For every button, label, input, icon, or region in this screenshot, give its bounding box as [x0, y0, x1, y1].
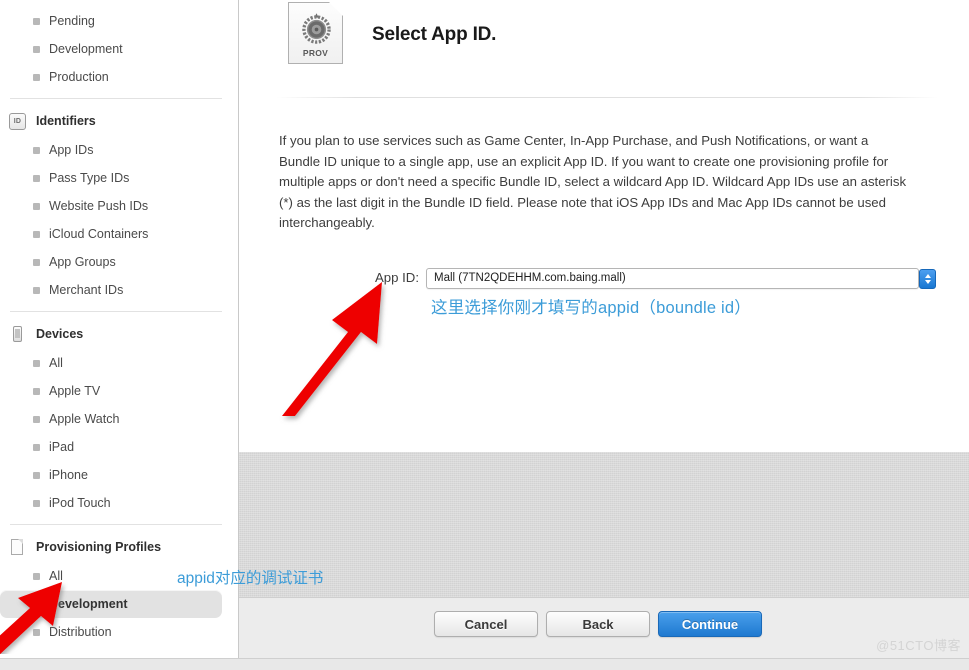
- chevron-up-icon: [925, 274, 931, 278]
- sidebar-group-devices[interactable]: Devices: [0, 319, 232, 349]
- sidebar-group-label: Provisioning Profiles: [36, 540, 162, 554]
- sidebar-item-label: App IDs: [49, 143, 94, 157]
- header-separator: [276, 97, 938, 98]
- bullet-icon: [33, 147, 40, 154]
- sidebar-item-profiles-distribution[interactable]: Distribution: [0, 618, 232, 646]
- sidebar-group-identifiers[interactable]: ID Identifiers: [0, 106, 232, 136]
- gear-icon: [302, 13, 331, 44]
- bullet-icon: [33, 231, 40, 238]
- bullet-icon: [33, 573, 40, 580]
- sidebar-item-development-top[interactable]: Development: [0, 35, 232, 63]
- bullet-icon: [33, 472, 40, 479]
- sidebar-item-iphone[interactable]: iPhone: [0, 461, 232, 489]
- description-text: If you plan to use services such as Game…: [279, 133, 907, 230]
- bullet-icon: [33, 601, 40, 608]
- sidebar-item-label: Apple TV: [49, 384, 101, 398]
- chevron-down-icon: [925, 280, 931, 284]
- sidebar-item-label: Apple Watch: [49, 412, 120, 426]
- back-button[interactable]: Back: [546, 611, 650, 637]
- sidebar-item-website-push-ids[interactable]: Website Push IDs: [0, 192, 232, 220]
- sidebar-item-label: iPod Touch: [49, 496, 111, 510]
- bullet-icon: [33, 74, 40, 81]
- footer-bar: Cancel Back Continue: [239, 597, 969, 659]
- sidebar: Pending Development Production ID Identi…: [0, 0, 232, 660]
- sidebar-item-label: Production: [49, 70, 109, 84]
- bottom-strip: [0, 658, 969, 670]
- bullet-icon: [33, 259, 40, 266]
- cancel-button[interactable]: Cancel: [434, 611, 538, 637]
- provisioning-profile-icon: PROV: [288, 2, 343, 64]
- sidebar-item-label: Development: [49, 597, 128, 611]
- content-header: PROV Select App ID.: [239, 0, 969, 97]
- page-title: Select App ID.: [372, 24, 497, 45]
- app-id-label: App ID:: [375, 270, 419, 285]
- content-empty-area: [239, 452, 969, 597]
- app-id-selected-value: Mall (7TN2QDEHHM.com.baing.mall): [434, 272, 626, 284]
- sidebar-item-pass-type-ids[interactable]: Pass Type IDs: [0, 164, 232, 192]
- sidebar-item-pending[interactable]: Pending: [0, 7, 232, 35]
- sidebar-item-devices-all[interactable]: All: [0, 349, 232, 377]
- main-content: PROV Select App ID. If you plan to use s…: [239, 0, 969, 659]
- sidebar-group-provisioning-profiles[interactable]: Provisioning Profiles: [0, 532, 232, 562]
- bullet-icon: [33, 175, 40, 182]
- sidebar-item-label: Website Push IDs: [49, 199, 149, 213]
- sidebar-item-app-groups[interactable]: App Groups: [0, 248, 232, 276]
- bullet-icon: [33, 388, 40, 395]
- sidebar-item-label: iPad: [49, 440, 75, 454]
- device-icon: [9, 325, 26, 343]
- sidebar-group-label: Devices: [36, 327, 84, 341]
- sidebar-top-group: Pending Development Production: [0, 0, 232, 91]
- bullet-icon: [33, 629, 40, 636]
- sidebar-item-label: Pass Type IDs: [49, 171, 130, 185]
- sidebar-item-label: Distribution: [49, 625, 112, 639]
- annotation-app-id-note: 这里选择你刚才填写的appid（boundle id）: [431, 299, 751, 317]
- watermark: @51CTO博客: [876, 638, 961, 653]
- app-id-form-row: App ID: Mall (7TN2QDEHHM.com.baing.mall): [239, 268, 969, 290]
- sidebar-item-apple-watch[interactable]: Apple Watch: [0, 405, 232, 433]
- app-id-select[interactable]: Mall (7TN2QDEHHM.com.baing.mall): [426, 268, 936, 289]
- sidebar-item-label: iPhone: [49, 468, 88, 482]
- sidebar-item-app-ids[interactable]: App IDs: [0, 136, 232, 164]
- sidebar-item-merchant-ids[interactable]: Merchant IDs: [0, 276, 232, 304]
- sidebar-item-label: All: [49, 356, 63, 370]
- bullet-icon: [33, 18, 40, 25]
- id-badge-icon: ID: [9, 112, 26, 130]
- bullet-icon: [33, 287, 40, 294]
- bullet-icon: [33, 46, 40, 53]
- sidebar-item-ipod-touch[interactable]: iPod Touch: [0, 489, 232, 517]
- document-icon: [9, 538, 26, 556]
- sidebar-item-label: Merchant IDs: [49, 283, 124, 297]
- sidebar-item-label: All: [49, 569, 63, 583]
- provisioning-icon-label: PROV: [302, 48, 329, 58]
- sidebar-group-label: Identifiers: [36, 114, 96, 128]
- sidebar-item-apple-tv[interactable]: Apple TV: [0, 377, 232, 405]
- bullet-icon: [33, 416, 40, 423]
- sidebar-item-profiles-development[interactable]: Development: [0, 590, 222, 618]
- sidebar-item-label: App Groups: [49, 255, 116, 269]
- sidebar-divider: [10, 98, 222, 99]
- continue-button[interactable]: Continue: [658, 611, 762, 637]
- sidebar-divider: [10, 524, 222, 525]
- bullet-icon: [33, 444, 40, 451]
- sidebar-item-label: Pending: [49, 14, 95, 28]
- app-window: Pending Development Production ID Identi…: [0, 0, 969, 670]
- sidebar-divider: [10, 311, 222, 312]
- bullet-icon: [33, 203, 40, 210]
- annotation-cert-note: appid对应的调试证书: [177, 570, 324, 587]
- chevron-updown-icon[interactable]: [919, 269, 936, 289]
- sidebar-item-production[interactable]: Production: [0, 63, 232, 91]
- sidebar-item-icloud-containers[interactable]: iCloud Containers: [0, 220, 232, 248]
- sidebar-item-ipad[interactable]: iPad: [0, 433, 232, 461]
- bullet-icon: [33, 360, 40, 367]
- sidebar-item-label: Development: [49, 42, 123, 56]
- bullet-icon: [33, 500, 40, 507]
- sidebar-item-label: iCloud Containers: [49, 227, 149, 241]
